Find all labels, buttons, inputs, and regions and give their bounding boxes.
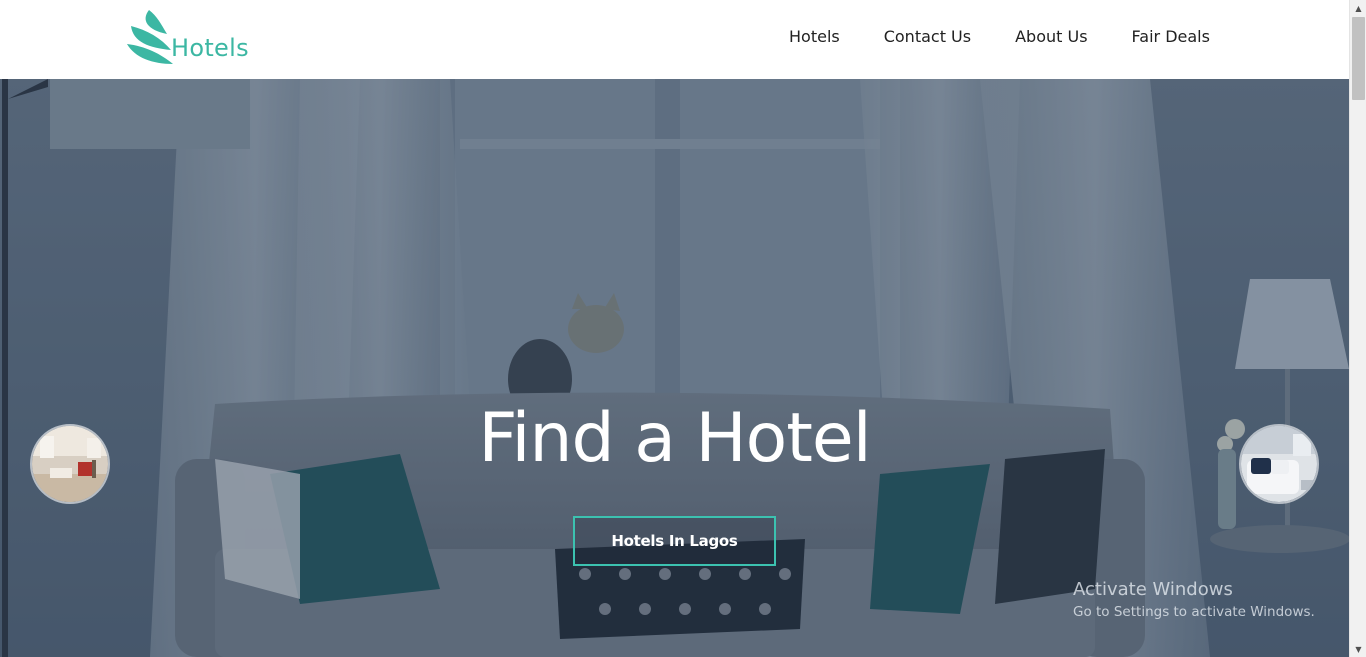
nav-item-about-us[interactable]: About Us	[1015, 27, 1087, 46]
hero-title: Find a Hotel	[478, 399, 871, 478]
vertical-scrollbar[interactable]: ▲ ▼	[1349, 0, 1366, 657]
scroll-down-arrow-icon[interactable]: ▼	[1350, 641, 1366, 657]
site-header: Hotels Hotels Contact Us About Us Fair D…	[0, 0, 1349, 79]
site-logo[interactable]: Hotels	[127, 8, 252, 70]
watermark-subtitle: Go to Settings to activate Windows.	[1073, 604, 1315, 620]
slider-thumbnail-right[interactable]	[1239, 424, 1319, 504]
main-nav: Hotels Contact Us About Us Fair Deals	[789, 27, 1210, 46]
hotels-in-lagos-button[interactable]: Hotels In Lagos	[573, 516, 776, 566]
scroll-up-arrow-icon[interactable]: ▲	[1350, 0, 1366, 16]
nav-item-fair-deals[interactable]: Fair Deals	[1132, 27, 1210, 46]
logo-text: Hotels	[171, 34, 249, 62]
leaf-logo-icon	[127, 10, 173, 64]
scrollbar-thumb[interactable]	[1352, 17, 1365, 100]
watermark-title: Activate Windows	[1073, 579, 1233, 600]
hero-section: Find a Hotel Hotels In Lagos Activate Wi…	[0, 79, 1349, 657]
slider-thumbnail-left[interactable]	[30, 424, 110, 504]
nav-item-contact-us[interactable]: Contact Us	[884, 27, 971, 46]
nav-item-hotels[interactable]: Hotels	[789, 27, 840, 46]
windows-activation-watermark: Activate Windows Go to Settings to activ…	[1073, 579, 1315, 620]
hero-overlay	[0, 79, 1349, 657]
